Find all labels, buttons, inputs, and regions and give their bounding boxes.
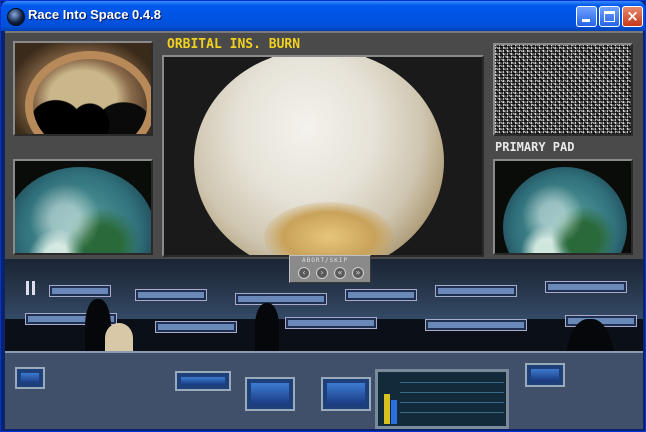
console-bank [435,285,517,297]
app-globe-icon[interactable] [7,8,25,26]
console-bank [155,321,237,333]
minimize-button[interactable] [576,6,597,27]
control-button-3[interactable]: « [334,267,346,279]
console-bank [135,289,207,301]
telemetry-bar [391,400,397,424]
console-bank [545,281,627,293]
telemetry-graph-display [375,369,509,429]
console-bank [345,289,417,301]
controller-silhouette [255,303,279,353]
console-bank [425,319,527,331]
control-button-4[interactable]: » [352,267,364,279]
maximize-icon [604,11,615,22]
playback-control-panel: ABORT/SKIP ‹ › « » [289,255,371,283]
console-screen [321,377,371,411]
main-mission-view [162,55,484,257]
crew-cabin-monitor [13,41,153,136]
earth-image [503,167,627,253]
close-icon: × [626,7,639,25]
console-screen [15,367,45,389]
mission-step-label: ORBITAL INS. BURN [167,37,301,52]
pause-icon[interactable] [25,281,37,295]
mission-console: ORBITAL INS. BURN PRIMARY PAD [5,31,643,259]
console-screen [175,371,231,391]
minimize-icon [582,19,590,22]
close-button[interactable]: × [622,6,643,27]
console-bank [235,293,327,305]
control-button-1[interactable]: ‹ [298,267,310,279]
app-window: Race Into Space 0.4.8 × ORBITAL INS. BUR… [0,0,646,432]
control-button-2[interactable]: › [316,267,328,279]
console-screen [525,363,565,387]
window-title: Race Into Space 0.4.8 [28,7,161,22]
earth-image [15,167,151,253]
controller-person [105,323,133,353]
telemetry-bar [384,394,390,424]
launch-pad-label: PRIMARY PAD [495,140,575,154]
static-monitor [493,43,633,136]
earth-monitor-right [493,159,633,255]
cabin-hatch-ring [25,51,151,134]
console-screen [245,377,295,411]
console-bank [285,317,377,329]
earth-monitor-left [13,159,153,255]
mission-control-room [5,259,643,429]
game-viewport[interactable]: ORBITAL INS. BURN PRIMARY PAD ABORT/SKIP… [5,31,643,429]
console-bank [49,285,111,297]
title-bar[interactable]: Race Into Space 0.4.8 × [1,1,645,31]
control-panel-label: ABORT/SKIP [302,257,349,264]
maximize-button[interactable] [599,6,620,27]
